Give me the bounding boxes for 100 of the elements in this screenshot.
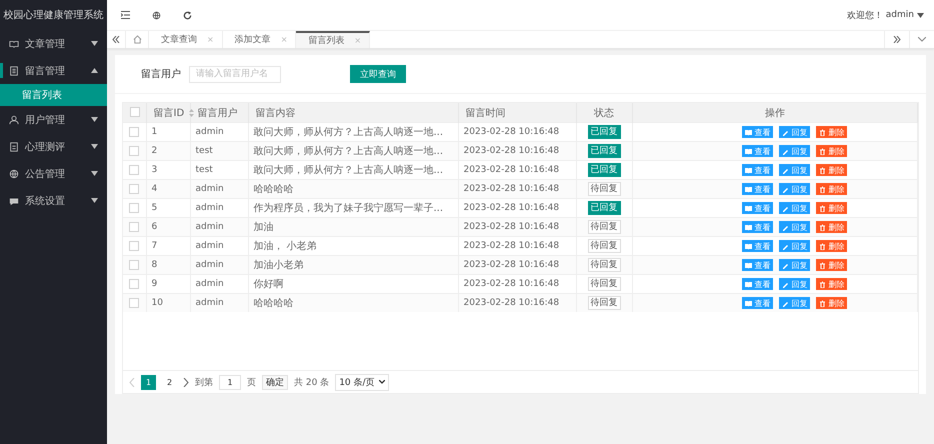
page-size-select[interactable]: 10 条/页 xyxy=(335,374,389,390)
user-menu[interactable]: admin xyxy=(886,10,914,20)
pencil-icon xyxy=(782,224,790,230)
table-cell: 敢问大师，师从何方？上古高人呐逐一地... xyxy=(254,165,444,176)
reply-button[interactable]: 回复 xyxy=(779,259,810,271)
page-button[interactable]: 1 xyxy=(141,374,156,390)
table-cell: 2023-02-28 10:16:48 xyxy=(464,203,560,213)
pencil-icon xyxy=(782,186,790,192)
next-page-icon[interactable] xyxy=(183,378,189,386)
trash-icon xyxy=(819,280,826,288)
view-button[interactable]: 查看 xyxy=(742,202,774,214)
row-checkbox[interactable] xyxy=(129,260,140,270)
reply-button[interactable]: 回复 xyxy=(779,126,810,138)
row-checkbox[interactable] xyxy=(129,202,140,213)
sidebar-subitem[interactable]: 留言列表 xyxy=(0,84,107,106)
caret-icon xyxy=(91,117,98,122)
reply-button[interactable]: 回复 xyxy=(779,164,810,176)
delete-button[interactable]: 删除 xyxy=(816,278,848,290)
view-button[interactable]: 查看 xyxy=(742,297,774,309)
clipboard-icon xyxy=(9,142,19,152)
search-field[interactable]: 请输入留言用户名 xyxy=(189,66,281,82)
refresh-icon[interactable] xyxy=(183,10,192,20)
trash-icon xyxy=(819,128,826,136)
trash-icon xyxy=(819,204,826,212)
table-cell: 2023-02-28 10:16:48 xyxy=(464,146,560,156)
delete-button[interactable]: 删除 xyxy=(816,145,848,157)
select-all-checkbox[interactable] xyxy=(130,107,140,118)
caret-icon xyxy=(91,68,98,73)
view-button[interactable]: 查看 xyxy=(742,145,774,157)
search-label: 留言用户 xyxy=(141,68,181,81)
view-button[interactable]: 查看 xyxy=(742,183,774,195)
row-checkbox[interactable] xyxy=(129,278,140,289)
document-icon xyxy=(9,66,19,76)
table-cell: 10 xyxy=(152,298,163,308)
view-button[interactable]: 查看 xyxy=(742,259,774,271)
reply-button[interactable]: 回复 xyxy=(779,202,810,214)
sidebar-item[interactable]: 公告管理 xyxy=(0,160,107,187)
status-tag: 已回复 xyxy=(588,201,620,215)
trash-icon xyxy=(819,300,826,306)
delete-button[interactable]: 删除 xyxy=(816,183,848,195)
pencil-icon xyxy=(782,128,790,136)
sidebar-item[interactable]: 文章管理 xyxy=(0,30,107,57)
column-header: 留言内容 xyxy=(256,108,296,118)
reply-button[interactable]: 回复 xyxy=(779,240,810,252)
caret-icon xyxy=(378,380,385,384)
confirm-button[interactable]: 确定 xyxy=(262,374,288,390)
close-icon[interactable]: × xyxy=(354,36,362,45)
status-tag: 已回复 xyxy=(588,163,620,177)
view-button[interactable]: 查看 xyxy=(742,221,774,233)
table-cell: 2023-02-28 10:16:48 xyxy=(464,127,560,137)
sidebar-item[interactable]: 系统设置 xyxy=(0,187,107,214)
row-checkbox[interactable] xyxy=(129,222,140,232)
delete-button[interactable]: 删除 xyxy=(816,297,848,309)
close-icon[interactable]: × xyxy=(207,35,214,44)
tab[interactable]: 留言列表 × xyxy=(296,31,370,48)
row-checkbox[interactable] xyxy=(129,184,140,194)
table-cell: 敢问大师，师从何方？上古高人呐逐一地... xyxy=(254,127,444,138)
previous-page-icon[interactable] xyxy=(129,378,135,386)
sidebar-item[interactable]: 心理测评 xyxy=(0,133,107,160)
globe-icon[interactable] xyxy=(152,10,161,20)
page-button[interactable]: 2 xyxy=(162,374,177,390)
table-cell: 1 xyxy=(152,127,158,137)
table-cell: admin xyxy=(196,298,224,308)
page-number-field[interactable]: 1 xyxy=(219,374,241,390)
reply-button[interactable]: 回复 xyxy=(779,278,810,290)
table-cell: test xyxy=(196,146,213,156)
row-checkbox[interactable] xyxy=(129,240,140,251)
reply-button[interactable]: 回复 xyxy=(779,183,810,195)
table-cell: admin xyxy=(196,241,224,251)
book-icon xyxy=(745,186,752,192)
close-icon[interactable]: × xyxy=(280,35,288,44)
trash-icon xyxy=(819,166,826,174)
sidebar-item[interactable]: 用户管理 xyxy=(0,106,107,133)
search-button[interactable]: 立即查询 xyxy=(350,65,406,83)
delete-button[interactable]: 删除 xyxy=(816,164,848,176)
view-button[interactable]: 查看 xyxy=(742,240,774,252)
table-cell: admin xyxy=(196,127,224,137)
delete-button[interactable]: 删除 xyxy=(816,259,848,271)
view-button[interactable]: 查看 xyxy=(742,126,774,138)
reply-button[interactable]: 回复 xyxy=(779,297,810,309)
status-tag: 待回复 xyxy=(588,220,620,234)
row-checkbox[interactable] xyxy=(129,146,140,156)
column-header: 留言时间 xyxy=(466,108,506,118)
delete-button[interactable]: 删除 xyxy=(816,221,848,233)
table-cell: 2023-02-28 10:16:48 xyxy=(464,298,560,308)
row-checkbox[interactable] xyxy=(129,164,140,175)
reply-button[interactable]: 回复 xyxy=(779,221,810,233)
view-button[interactable]: 查看 xyxy=(742,278,774,290)
tab[interactable]: 文章查询 × xyxy=(149,31,223,48)
delete-button[interactable]: 删除 xyxy=(816,202,848,214)
row-checkbox[interactable] xyxy=(129,298,140,308)
reply-button[interactable]: 回复 xyxy=(779,145,810,157)
table-cell: test xyxy=(196,165,213,175)
sidebar-item[interactable]: 留言管理 xyxy=(0,57,107,84)
table-cell: 9 xyxy=(152,279,158,289)
view-button[interactable]: 查看 xyxy=(742,164,774,176)
delete-button[interactable]: 删除 xyxy=(816,126,848,138)
row-checkbox[interactable] xyxy=(129,126,140,137)
menu-icon[interactable] xyxy=(121,11,130,19)
delete-button[interactable]: 删除 xyxy=(816,240,848,252)
